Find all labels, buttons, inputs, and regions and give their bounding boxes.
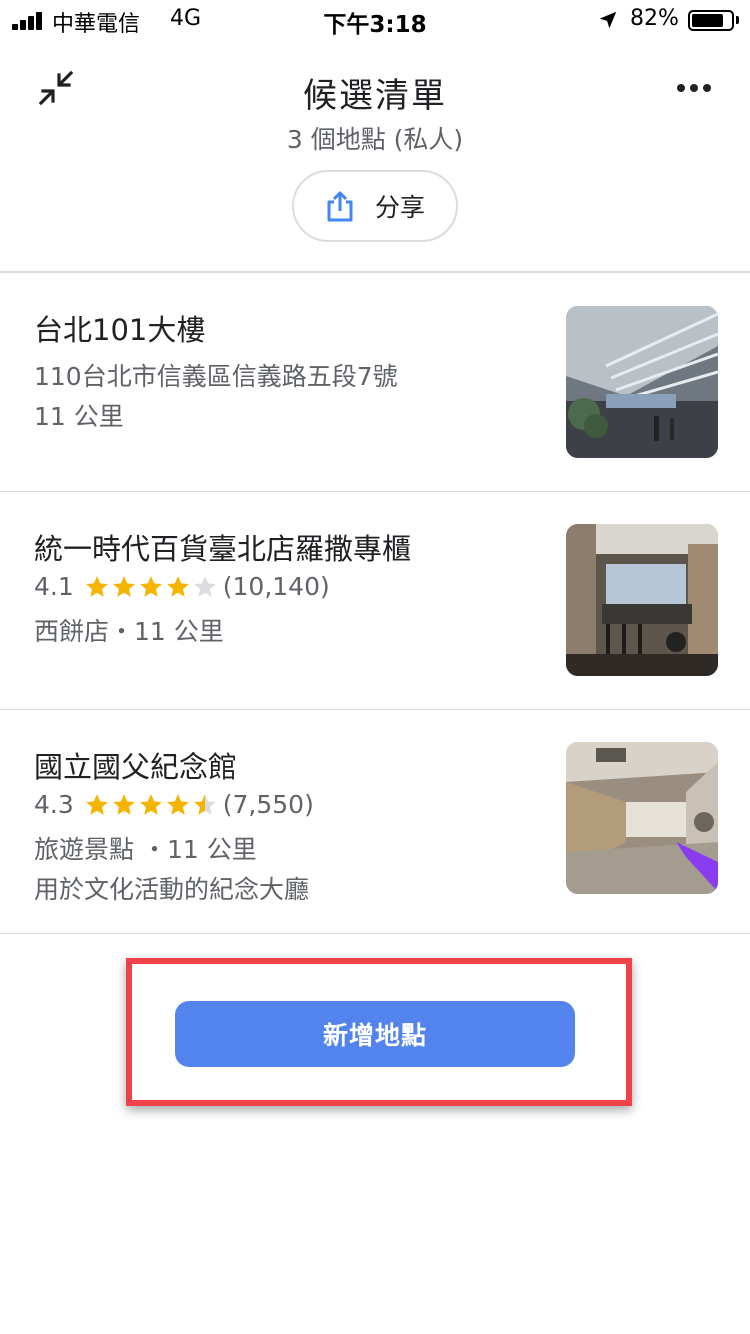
star-empty-icon (193, 575, 216, 597)
place-category-distance: 西餅店・11 公里 (34, 617, 224, 646)
place-photo-image (566, 742, 718, 894)
list-item[interactable]: 統一時代百貨臺北店羅撒專櫃 4.1 (10,140) 西餅店・11 公里 (0, 492, 750, 709)
place-photo[interactable] (566, 742, 718, 894)
rating-value: 4.1 (34, 572, 74, 601)
list-title: 候選清單 (303, 76, 447, 116)
list-subtitle: 3 個地點 (私人) (286, 125, 464, 154)
more-options-button[interactable] (665, 64, 723, 112)
place-name: 台北101大樓 (34, 313, 206, 347)
battery-icon (688, 10, 734, 31)
star-filled-icon (139, 575, 162, 597)
star-filled-icon (166, 793, 189, 815)
star-filled-icon (112, 793, 135, 815)
star-filled-icon (166, 575, 189, 597)
share-upload-icon (327, 191, 353, 222)
place-description: 用於文化活動的紀念大廳 (34, 875, 310, 904)
battery-level-fill (692, 14, 723, 27)
place-name: 國立國父紀念館 (34, 750, 238, 784)
place-address: 110台北市信義區信義路五段7號 (34, 362, 398, 391)
star-rating (84, 792, 219, 818)
place-photo-image (566, 524, 718, 676)
battery-cap (736, 16, 739, 24)
place-category-distance: 旅遊景點 ・11 公里 (34, 835, 257, 864)
share-button[interactable]: 分享 (292, 170, 458, 242)
rating-value: 4.3 (34, 790, 74, 819)
rating-row: 4.3 (7,550) (34, 790, 314, 819)
more-horizontal-icon (677, 84, 685, 92)
location-arrow-icon (599, 11, 617, 29)
place-photo-image (566, 306, 718, 458)
star-filled-icon (139, 793, 162, 815)
star-filled-icon (112, 575, 135, 597)
review-count: (7,550) (222, 790, 314, 819)
status-bar: 中華電信 4G 下午3:18 82% (0, 0, 750, 40)
list-item[interactable]: 台北101大樓 110台北市信義區信義路五段7號 11 公里 (0, 273, 750, 491)
review-count: (10,140) (222, 572, 330, 601)
star-half-icon (193, 793, 216, 815)
place-photo[interactable] (566, 306, 718, 458)
list-divider (0, 933, 750, 934)
place-photo[interactable] (566, 524, 718, 676)
list-item[interactable]: 國立國父紀念館 4.3 (7,550) 旅遊景點 ・11 公里 用於文化活動的紀… (0, 710, 750, 933)
place-name: 統一時代百貨臺北店羅撒專櫃 (34, 532, 412, 566)
star-rating (84, 574, 219, 600)
battery-percentage: 82% (630, 6, 679, 31)
place-distance: 11 公里 (34, 402, 124, 431)
share-label: 分享 (374, 193, 425, 222)
star-filled-icon (85, 575, 108, 597)
star-filled-icon (85, 793, 108, 815)
add-place-button[interactable]: 新增地點 (175, 1001, 575, 1067)
rating-row: 4.1 (10,140) (34, 572, 330, 601)
